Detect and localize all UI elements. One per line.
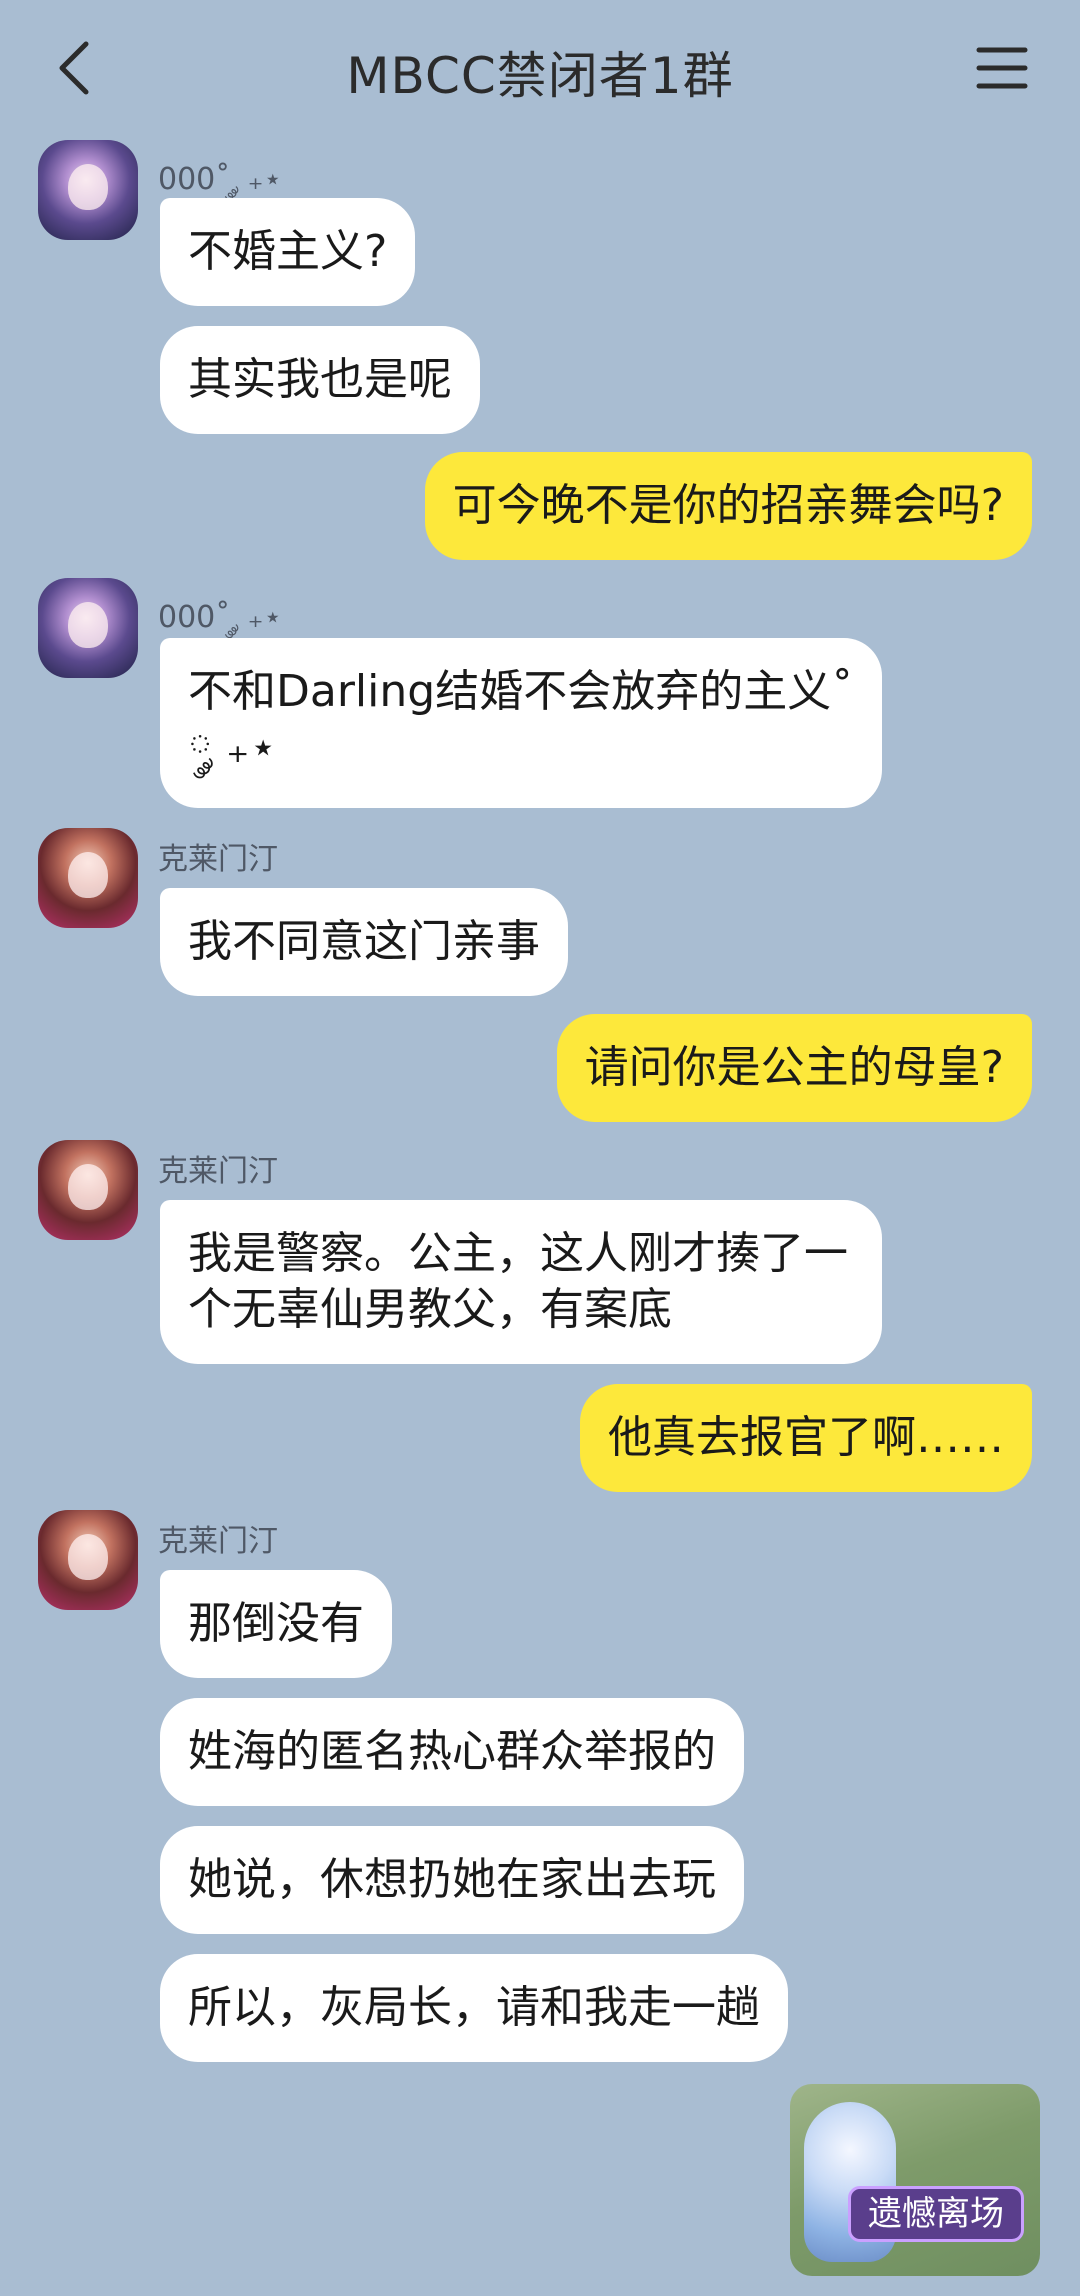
message-bubble-incoming[interactable]: 那倒没有 <box>160 1570 392 1678</box>
message-bubble-incoming[interactable]: 我是警察。公主，这人刚才揍了一个无辜仙男教父，有案底 <box>160 1200 882 1364</box>
sticker-caption: 遗憾离场 <box>848 2186 1024 2242</box>
message-bubble-incoming[interactable]: 她说，休想扔她在家出去玩 <box>160 1826 744 1934</box>
message-bubble-outgoing[interactable]: 请问你是公主的母皇? <box>556 1014 1032 1122</box>
sender-name: 克莱门汀 <box>158 1154 278 1189</box>
avatar[interactable] <box>38 1510 138 1610</box>
avatar[interactable] <box>38 828 138 928</box>
message-bubble-incoming[interactable]: 不和Darling结婚不会放弃的主义˚ ༘ ₊⋆ <box>160 638 882 808</box>
sender-name: 克莱门汀 <box>158 1524 278 1559</box>
avatar[interactable] <box>38 1140 138 1240</box>
hamburger-menu-icon[interactable] <box>976 45 1028 91</box>
message-bubble-incoming[interactable]: 不婚主义? <box>160 198 416 306</box>
message-bubble-incoming[interactable]: 所以，灰局长，请和我走一趟 <box>160 1954 788 2062</box>
message-bubble-incoming[interactable]: 姓海的匿名热心群众举报的 <box>160 1698 744 1806</box>
avatar[interactable] <box>38 140 138 240</box>
chat-title: MBCC禁闭者1群 <box>346 47 734 105</box>
avatar[interactable] <box>38 578 138 678</box>
chat-header: MBCC禁闭者1群 <box>0 0 1080 140</box>
chat-screen: MBCC禁闭者1群 000˚ ༘ ₊⋆ 不婚主义? 其实我也是呢 可今晚不是你的… <box>0 0 1080 2296</box>
message-bubble-incoming[interactable]: 其实我也是呢 <box>160 326 480 434</box>
sticker-message[interactable]: 遗憾离场 <box>790 2084 1040 2276</box>
sender-name: 克莱门汀 <box>158 842 278 877</box>
message-bubble-incoming[interactable]: 我不同意这门亲事 <box>160 888 568 996</box>
message-bubble-outgoing[interactable]: 他真去报官了啊…… <box>580 1384 1032 1492</box>
message-bubble-outgoing[interactable]: 可今晚不是你的招亲舞会吗? <box>424 452 1032 560</box>
